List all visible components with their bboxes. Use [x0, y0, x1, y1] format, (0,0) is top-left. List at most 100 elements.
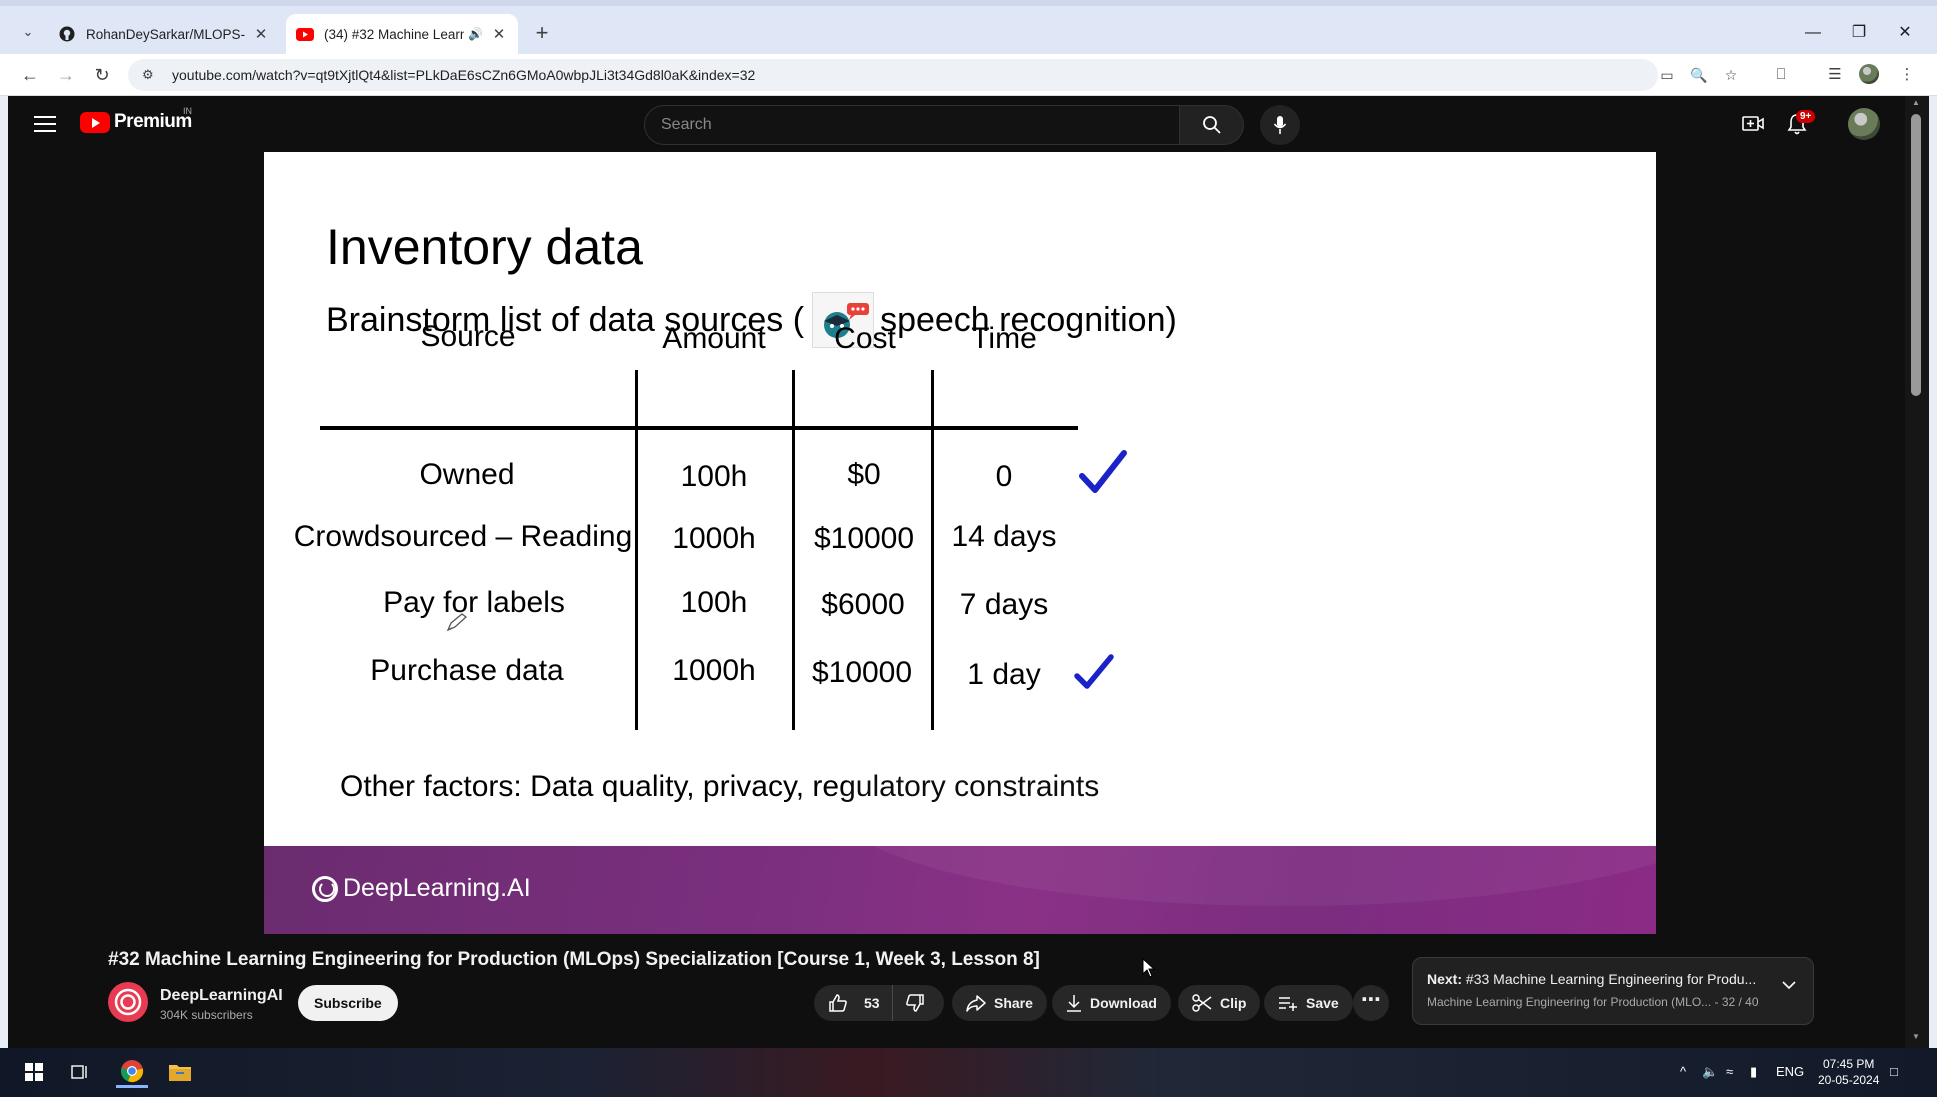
table-cell-amount: 100h: [680, 460, 748, 493]
youtube-page: Premium IN 9+ Inventory data: [8, 96, 1913, 1048]
column-header-amount: Amount: [662, 322, 766, 355]
more-actions-button[interactable]: ⋯: [1353, 985, 1389, 1021]
scroll-down-arrow-icon[interactable]: ▼: [1911, 1032, 1921, 1041]
channel-name[interactable]: DeepLearningAI: [160, 987, 283, 1005]
tab-title: (34) #32 Machine Learning: [324, 26, 464, 42]
tab-audio-icon[interactable]: 🔊: [468, 27, 484, 41]
media-control-icon[interactable]: ☰: [1822, 64, 1848, 86]
back-arrow-icon[interactable]: ←: [16, 61, 44, 89]
screen: ⌄ RohanDeySarkar/MLOPS-Notes ✕ (34) #32 …: [0, 0, 1937, 1097]
download-label: Download: [1090, 995, 1157, 1011]
deeplearning-ai-mark-icon: [312, 875, 338, 902]
table-cell-time: 14 days: [951, 520, 1057, 553]
subscribe-button[interactable]: Subscribe: [298, 985, 398, 1021]
file-explorer-icon[interactable]: [164, 1056, 196, 1088]
mouse-cursor-icon: [1142, 958, 1156, 978]
logo-text: Premium: [114, 111, 192, 132]
scroll-up-arrow-icon[interactable]: ▲: [1911, 98, 1921, 107]
video-title: #32 Machine Learning Engineering for Pro…: [108, 949, 1040, 970]
address-url: youtube.com/watch?v=qt9tXjtlQt4&list=PLk…: [172, 67, 756, 83]
table-cell-amount: 100h: [680, 586, 748, 619]
github-icon: [58, 25, 76, 43]
minimize-button[interactable]: —: [1790, 18, 1836, 48]
video-player[interactable]: Inventory data Brainstorm list of data s…: [264, 152, 1656, 934]
checkmark-icon: [1079, 450, 1127, 493]
microphone-icon: [1273, 116, 1287, 134]
slide-brand-band: DeepLearning.AI: [264, 706, 1656, 934]
profile-avatar-icon[interactable]: [1856, 64, 1882, 86]
youtube-icon: [296, 25, 314, 43]
clock-date: 20-05-2024: [1818, 1073, 1880, 1087]
battery-icon[interactable]: ▮: [1750, 1064, 1757, 1080]
youtube-play-icon: [80, 111, 110, 133]
extensions-icon[interactable]: ⎕: [1768, 64, 1794, 86]
table-cell-time: 1 day: [967, 658, 1041, 691]
table-cell-source: Pay for labels: [383, 586, 565, 619]
guide-menu-icon[interactable]: [34, 113, 56, 135]
tab-search-chevron-icon[interactable]: ⌄: [18, 22, 38, 42]
bookmark-star-icon[interactable]: ☆: [1720, 64, 1742, 86]
table-cell-source: Crowdsourced – Reading: [293, 520, 633, 553]
tab-github[interactable]: RohanDeySarkar/MLOPS-Notes ✕: [48, 14, 280, 54]
close-window-button[interactable]: ✕: [1882, 18, 1928, 48]
windows-start-icon[interactable]: [18, 1056, 50, 1088]
tab-close-icon[interactable]: ✕: [252, 25, 270, 43]
table-cell-amount: 1000h: [672, 654, 756, 687]
next-video-card[interactable]: Next: #33 Machine Learning Engineering f…: [1412, 957, 1814, 1025]
table-cell-amount: 1000h: [672, 522, 756, 555]
notification-center-icon[interactable]: □: [1890, 1064, 1898, 1079]
reload-icon[interactable]: ↻: [88, 61, 116, 89]
voice-search-button[interactable]: [1260, 105, 1300, 145]
deeplearning-ai-logo: DeepLearning.AI: [312, 874, 531, 903]
like-count: 53: [864, 995, 880, 1011]
tab-youtube[interactable]: (34) #32 Machine Learning 🔊 ✕: [286, 14, 518, 54]
search-input[interactable]: [661, 116, 1179, 134]
scissors-icon: [1192, 994, 1212, 1012]
browser-menu-icon[interactable]: ⋮: [1894, 64, 1920, 86]
address-bar[interactable]: ⚙ youtube.com/watch?v=qt9tXjtlQt4&list=P…: [128, 59, 1658, 91]
zoom-icon[interactable]: 🔍: [1688, 64, 1710, 86]
download-button[interactable]: Download: [1052, 985, 1171, 1021]
clip-label: Clip: [1220, 995, 1247, 1011]
volume-icon[interactable]: 🔈: [1702, 1064, 1718, 1080]
network-icon[interactable]: ≈: [1726, 1064, 1733, 1079]
dislike-button[interactable]: [893, 985, 945, 1021]
table-cell-source: Purchase data: [370, 654, 564, 687]
search-icon: [1202, 116, 1221, 134]
forward-arrow-icon[interactable]: →: [52, 61, 80, 89]
clip-button[interactable]: Clip: [1178, 985, 1261, 1021]
table-cell-time: 7 days: [959, 588, 1049, 621]
table-column-divider: [792, 370, 795, 730]
share-button[interactable]: Share: [952, 985, 1047, 1021]
youtube-premium-logo[interactable]: Premium IN: [80, 106, 192, 133]
tab-close-icon[interactable]: ✕: [490, 25, 508, 43]
thumbs-down-icon: [905, 994, 924, 1012]
pen-cursor-icon: [446, 613, 468, 632]
language-indicator[interactable]: ENG: [1776, 1064, 1804, 1079]
install-app-icon[interactable]: ▭: [1656, 64, 1678, 86]
save-to-playlist-icon: [1279, 997, 1297, 1011]
save-button[interactable]: Save: [1264, 985, 1353, 1021]
browser-toolbar: ← → ↻ ⚙ youtube.com/watch?v=qt9tXjtlQt4&…: [0, 54, 1937, 96]
scrollbar-thumb[interactable]: [1911, 114, 1921, 396]
show-hidden-icons-icon[interactable]: ^: [1680, 1064, 1686, 1079]
create-video-button[interactable]: [1738, 109, 1768, 139]
site-settings-icon[interactable]: ⚙: [142, 67, 160, 83]
new-tab-button[interactable]: +: [528, 20, 556, 48]
logo-region: IN: [183, 106, 192, 116]
task-view-icon[interactable]: [64, 1056, 96, 1088]
channel-avatar[interactable]: [108, 982, 148, 1022]
page-scrollbar[interactable]: ▲ ▼: [1905, 96, 1929, 1048]
chrome-taskbar-icon[interactable]: [116, 1056, 148, 1088]
share-icon: [966, 995, 986, 1012]
share-label: Share: [994, 995, 1033, 1011]
notification-badge: 9+: [1796, 110, 1816, 123]
search-button[interactable]: [1180, 105, 1244, 145]
chevron-down-icon[interactable]: [1781, 980, 1797, 990]
taskbar-clock[interactable]: 07:45 PM 20-05-2024: [1818, 1056, 1879, 1088]
like-dislike-group: 53: [814, 985, 944, 1021]
like-button[interactable]: 53: [814, 985, 893, 1021]
brand-name: DeepLearning.AI: [343, 874, 531, 902]
account-avatar[interactable]: [1848, 108, 1880, 140]
restore-button[interactable]: ❐: [1836, 18, 1882, 48]
